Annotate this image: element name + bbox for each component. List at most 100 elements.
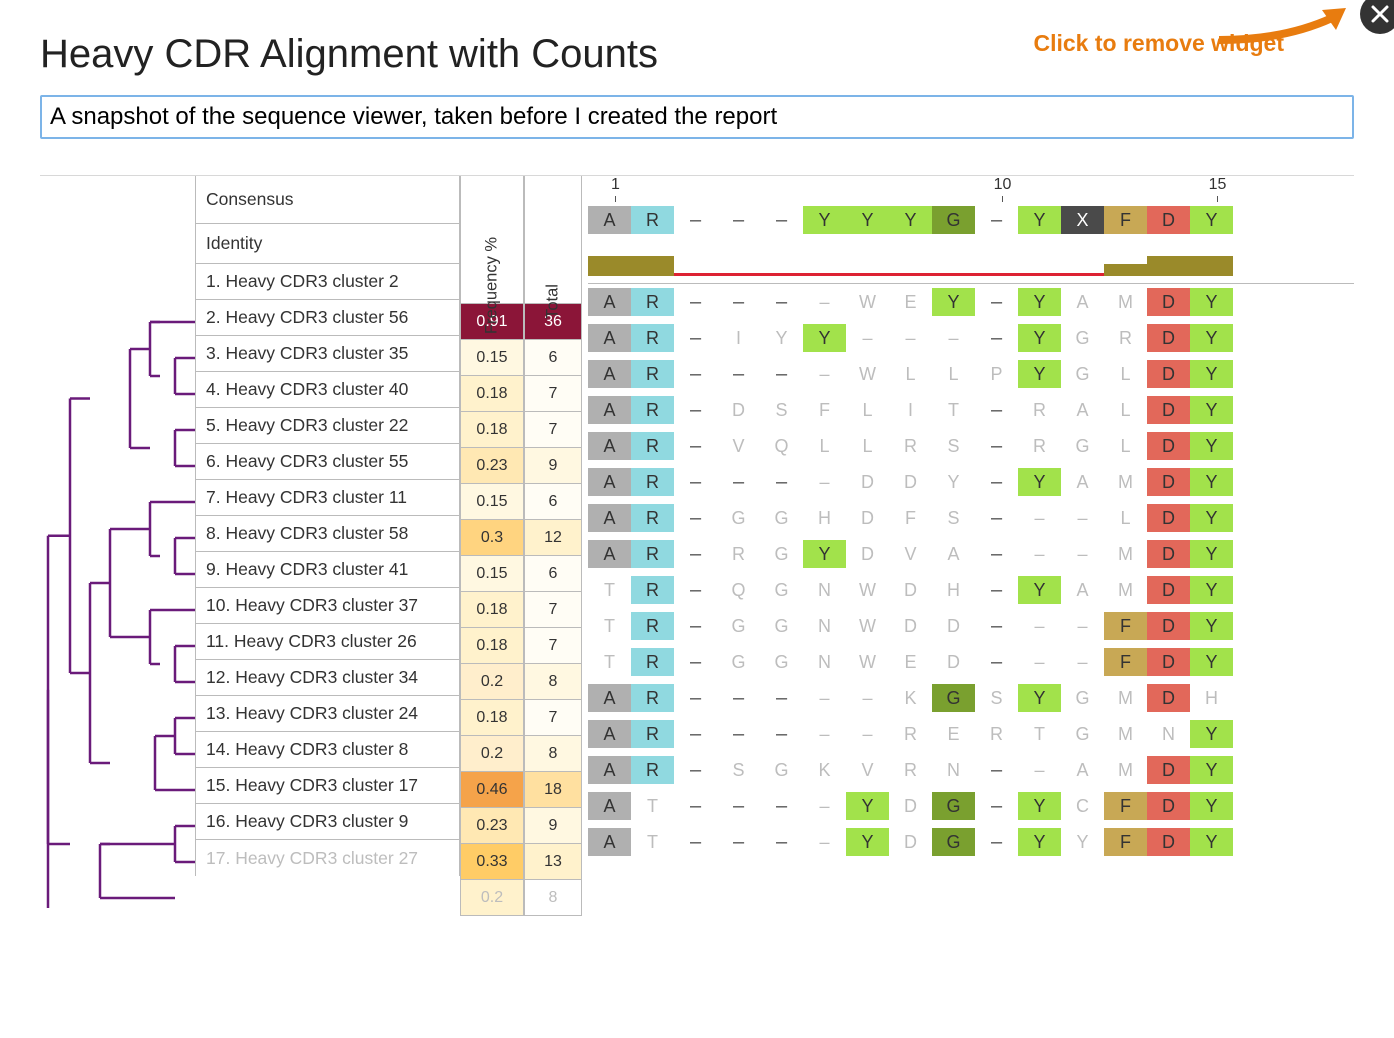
residue-cell: – [760, 720, 803, 748]
residue-cell: H [1190, 684, 1233, 712]
residue-cell: I [717, 324, 760, 352]
residue-cell: H [803, 504, 846, 532]
residue-cell: M [1104, 288, 1147, 316]
residue-cell: – [975, 792, 1018, 820]
residue-cell: R [1104, 324, 1147, 352]
sequence-name[interactable]: 5. Heavy CDR3 cluster 22 [195, 408, 460, 444]
sequence-name[interactable]: 15. Heavy CDR3 cluster 17 [195, 768, 460, 804]
sequence-row[interactable]: AT––––YDG–YCFDY [588, 788, 1354, 824]
residue-cell: – [803, 468, 846, 496]
total-cell: 6 [524, 340, 582, 376]
total-cell: 7 [524, 376, 582, 412]
residue-cell: S [975, 684, 1018, 712]
residue-cell: R [631, 504, 674, 532]
residue-cell: Y [1190, 288, 1233, 316]
sequence-row[interactable]: AR––––WLLPYGLDY [588, 356, 1354, 392]
residue-cell: – [674, 324, 717, 352]
frequency-cell: 0.46 [460, 772, 524, 808]
ruler-tick: 15 [1196, 176, 1239, 202]
sequence-row[interactable]: AT––––YDG–YYFDY [588, 824, 1354, 860]
partial-row-name[interactable]: 17. Heavy CDR3 cluster 27 [195, 840, 460, 876]
sequence-row[interactable]: AR–SGKVRN––AMDY [588, 752, 1354, 788]
sequence-name[interactable]: 1. Heavy CDR3 cluster 2 [195, 264, 460, 300]
sequence-row[interactable]: AR–IYY––––YGRDY [588, 320, 1354, 356]
consensus-residue: R [631, 206, 674, 234]
sequence-name[interactable]: 11. Heavy CDR3 cluster 26 [195, 624, 460, 660]
identity-bar [1061, 273, 1104, 276]
residue-cell: G [1061, 360, 1104, 388]
close-icon[interactable] [1360, 0, 1394, 34]
residue-cell: Y [846, 792, 889, 820]
identity-bar [803, 273, 846, 276]
identity-bar [1018, 273, 1061, 276]
sequence-name[interactable]: 10. Heavy CDR3 cluster 37 [195, 588, 460, 624]
sequence-name[interactable]: 13. Heavy CDR3 cluster 24 [195, 696, 460, 732]
residue-cell: Y [1190, 324, 1233, 352]
residue-cell: G [717, 648, 760, 676]
residue-cell: – [803, 828, 846, 856]
sequence-area[interactable]: 11015 AR–––YYYG–YXFDY AR––––WEY–YAMDYAR–… [588, 176, 1354, 860]
residue-cell: Y [1190, 756, 1233, 784]
sequence-row[interactable]: AR–RGYDVA–––MDY [588, 536, 1354, 572]
residue-cell: – [674, 648, 717, 676]
residue-cell: Y [1018, 792, 1061, 820]
sequence-row[interactable]: AR–GGHDFS–––LDY [588, 500, 1354, 536]
sequence-row[interactable]: AR––––WEY–YAMDY [588, 284, 1354, 320]
sequence-row[interactable]: AR–DSFLIT–RALDY [588, 392, 1354, 428]
total-label: Total [544, 284, 563, 319]
sequence-name[interactable]: 16. Heavy CDR3 cluster 9 [195, 804, 460, 840]
residue-cell: F [1104, 792, 1147, 820]
sequence-name[interactable]: 2. Heavy CDR3 cluster 56 [195, 300, 460, 336]
caption-input[interactable] [40, 95, 1354, 139]
residue-cell: – [803, 720, 846, 748]
residue-cell: A [588, 720, 631, 748]
residue-cell: R [631, 576, 674, 604]
total-cell: 6 [524, 556, 582, 592]
residue-cell: W [846, 648, 889, 676]
sequence-name[interactable]: 9. Heavy CDR3 cluster 41 [195, 552, 460, 588]
frequency-cell: 0.2 [460, 664, 524, 700]
residue-cell: – [975, 396, 1018, 424]
sequence-name[interactable]: 14. Heavy CDR3 cluster 8 [195, 732, 460, 768]
identity-bar [674, 273, 717, 276]
sequence-name[interactable]: 6. Heavy CDR3 cluster 55 [195, 444, 460, 480]
residue-cell: A [588, 468, 631, 496]
residue-cell: – [717, 720, 760, 748]
sequence-name[interactable]: 3. Heavy CDR3 cluster 35 [195, 336, 460, 372]
residue-cell: Y [1190, 828, 1233, 856]
residue-cell: T [932, 396, 975, 424]
sequence-name[interactable]: 8. Heavy CDR3 cluster 58 [195, 516, 460, 552]
residue-cell: L [846, 432, 889, 460]
consensus-residue: Y [846, 206, 889, 234]
residue-cell: G [760, 612, 803, 640]
sequence-row[interactable]: AR–––––RERTGMNY [588, 716, 1354, 752]
residue-cell: D [717, 396, 760, 424]
residue-cell: D [846, 540, 889, 568]
sequence-row[interactable]: AR–VQLLRS–RGLDY [588, 428, 1354, 464]
identity-bar [889, 273, 932, 276]
residue-cell: R [631, 360, 674, 388]
residue-cell: R [631, 720, 674, 748]
residue-cell: – [975, 756, 1018, 784]
sequence-row[interactable]: TR–QGNWDH–YAMDY [588, 572, 1354, 608]
residue-cell: E [889, 288, 932, 316]
sequence-row[interactable]: TR–GGNWED–––FDY [588, 644, 1354, 680]
residue-cell: – [1061, 648, 1104, 676]
frequency-cell: 0.23 [460, 448, 524, 484]
residue-cell: C [1061, 792, 1104, 820]
sequence-row[interactable]: TR–GGNWDD–––FDY [588, 608, 1354, 644]
sequence-name[interactable]: 7. Heavy CDR3 cluster 11 [195, 480, 460, 516]
residue-cell: – [846, 324, 889, 352]
residue-cell: Y [1018, 828, 1061, 856]
sequence-name[interactable]: 12. Heavy CDR3 cluster 34 [195, 660, 460, 696]
residue-cell: – [975, 468, 1018, 496]
frequency-header: Frequency % [460, 176, 524, 304]
residue-cell: – [1018, 756, 1061, 784]
residue-cell: Y [1190, 648, 1233, 676]
sequence-row[interactable]: AR––––DDY–YAMDY [588, 464, 1354, 500]
alignment-widget: Click to remove widget Heavy CDR Alignme… [0, 0, 1394, 1038]
sequence-row[interactable]: AR–––––KGSYGMDH [588, 680, 1354, 716]
consensus-residue: – [717, 206, 760, 234]
residue-cell: S [932, 504, 975, 532]
sequence-name[interactable]: 4. Heavy CDR3 cluster 40 [195, 372, 460, 408]
